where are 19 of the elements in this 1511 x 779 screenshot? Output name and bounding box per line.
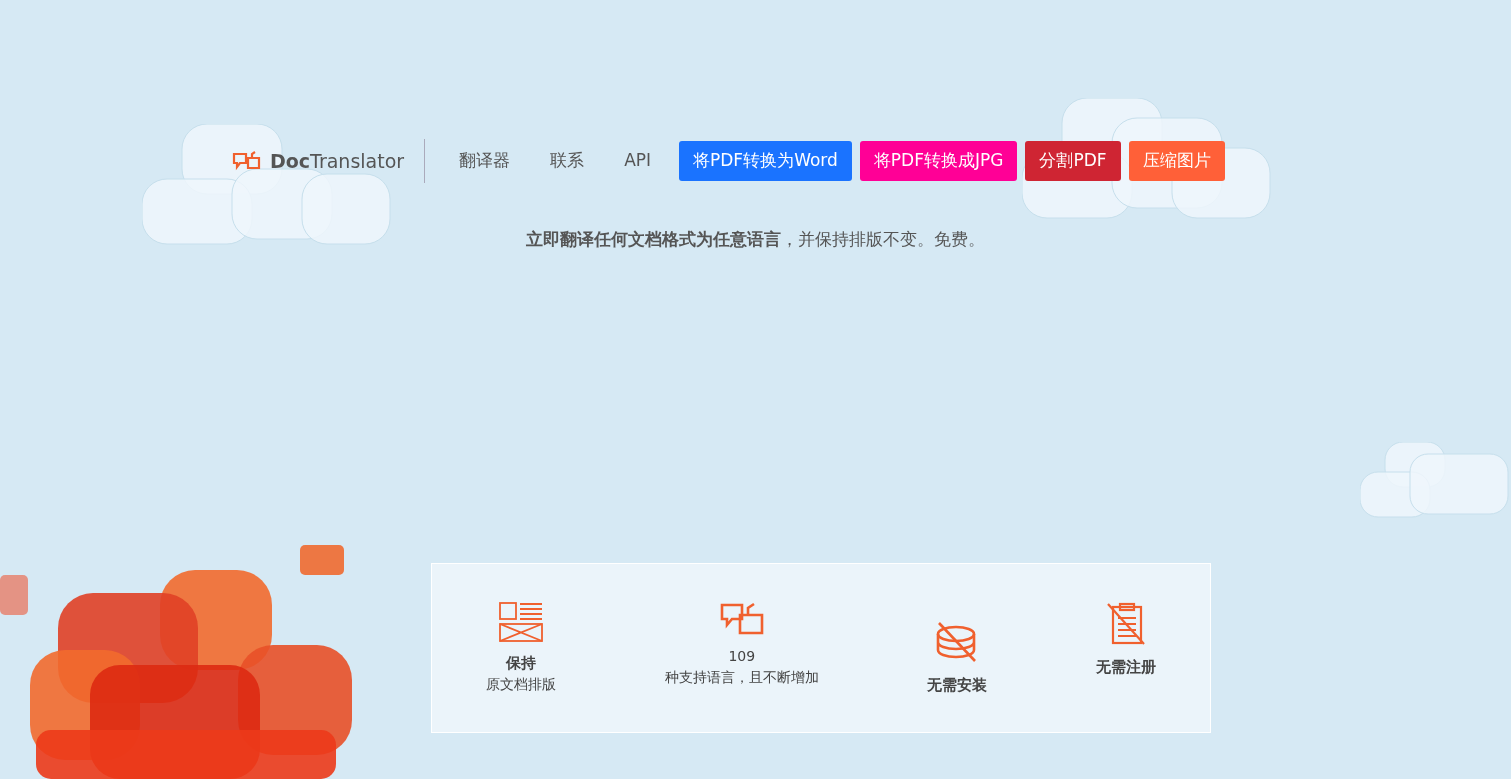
feature-subtitle: 原文档排版 — [486, 675, 557, 694]
speech-bubbles-icon — [719, 601, 764, 636]
feature-title: 无需注册 — [1095, 656, 1156, 678]
logo-icon — [232, 151, 262, 171]
nav-link[interactable]: API — [604, 148, 672, 174]
logo-link[interactable]: DocTranslator — [232, 146, 405, 176]
nav-button[interactable]: 将PDF转换成JPG — [859, 141, 1018, 181]
nav-link[interactable]: 翻译器 — [439, 148, 531, 174]
feature-subtitle: 种支持语言，且不断增加 — [664, 667, 819, 687]
nav-button[interactable]: 分割PDF — [1025, 141, 1121, 181]
feature-title: 无需安装 — [927, 674, 988, 696]
tagline: 立即翻译任何文档格式为任意语言，并保持排版不变。免费。 — [525, 228, 986, 251]
feature-title: 109 — [728, 646, 756, 666]
nav-button[interactable]: 压缩图片 — [1128, 141, 1225, 181]
layout-icon — [499, 601, 544, 642]
crossed-clipboard-icon — [1105, 601, 1146, 646]
nav-button[interactable]: 将PDF转换为Word — [679, 141, 852, 181]
feature-title: 保持 — [506, 652, 537, 674]
nav-link[interactable]: 联系 — [530, 148, 605, 174]
